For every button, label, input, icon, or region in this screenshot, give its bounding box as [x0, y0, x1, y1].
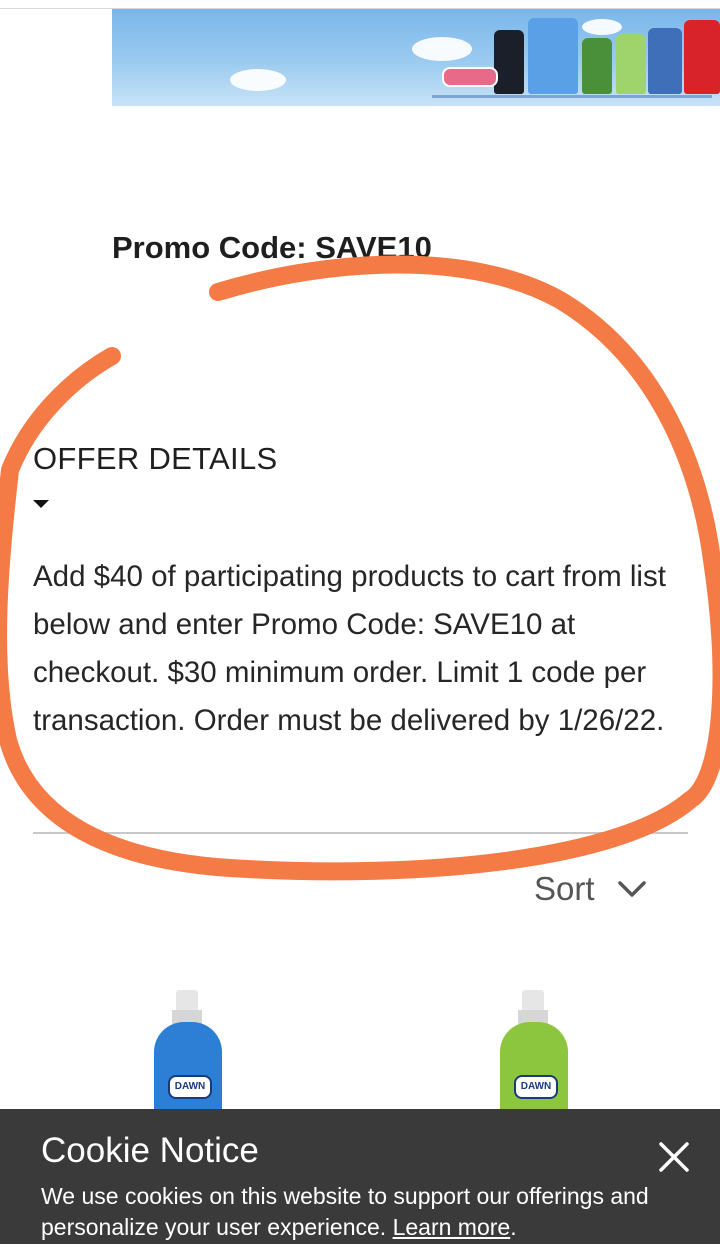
- product-box-image: [648, 28, 682, 94]
- product-box-image: [684, 20, 720, 94]
- divider: [33, 832, 688, 834]
- brand-label: DAWN: [168, 1075, 212, 1099]
- bottle-cap: [522, 990, 544, 1012]
- chevron-down-icon: [617, 881, 646, 897]
- promo-code-title: Promo Code: SAVE10: [112, 230, 432, 265]
- close-icon[interactable]: [656, 1139, 692, 1175]
- top-rule: [0, 0, 720, 9]
- product-box-image: [582, 38, 612, 94]
- banner-fine-print: [432, 95, 712, 98]
- product-box-image: [616, 34, 646, 94]
- offer-details-text: Add $40 of participating products to car…: [33, 560, 666, 737]
- product-bottle-image: [528, 18, 578, 94]
- caret-down-icon[interactable]: [33, 500, 49, 508]
- offer-details-heading[interactable]: OFFER DETAILS: [33, 441, 277, 477]
- learn-more-link[interactable]: Learn more: [393, 1214, 511, 1240]
- promo-banner-image[interactable]: [112, 9, 720, 106]
- cookie-notice-message: We use cookies on this website to suppor…: [41, 1183, 649, 1240]
- cloud-shape: [412, 37, 472, 61]
- banner-logo: [442, 67, 498, 87]
- cloud-shape: [582, 19, 622, 35]
- cloud-shape: [230, 69, 286, 91]
- cookie-notice-suffix: .: [510, 1214, 517, 1240]
- cookie-notice-text: We use cookies on this website to suppor…: [41, 1181, 661, 1243]
- sort-dropdown[interactable]: Sort: [534, 870, 647, 908]
- brand-label: DAWN: [514, 1075, 558, 1099]
- cookie-notice-banner: Cookie Notice We use cookies on this web…: [0, 1109, 720, 1244]
- bottle-cap: [176, 990, 198, 1012]
- sort-label: Sort: [534, 870, 595, 907]
- product-bottle-image: [494, 30, 524, 94]
- cookie-notice-title: Cookie Notice: [41, 1131, 259, 1170]
